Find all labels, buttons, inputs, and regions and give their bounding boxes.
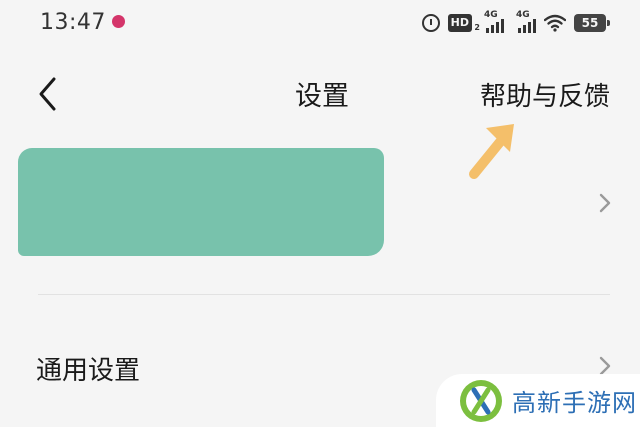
annotation-arrow-icon bbox=[469, 124, 514, 179]
notification-icon bbox=[112, 15, 125, 28]
network-type-1: 4G bbox=[484, 10, 498, 20]
page-title-text: 设置 bbox=[295, 81, 349, 112]
general-settings-item[interactable]: 通用设置 bbox=[36, 350, 140, 387]
network-type-2: 4G bbox=[516, 10, 530, 20]
hd-badge: HD 2 bbox=[447, 14, 480, 32]
status-icons: HD 2 4G 4G 55 bbox=[421, 10, 610, 35]
signal-icon-1: 4G bbox=[484, 10, 504, 33]
divider bbox=[38, 294, 610, 295]
back-button[interactable] bbox=[34, 74, 64, 114]
chevron-right-icon bbox=[599, 193, 611, 213]
account-card-redacted[interactable] bbox=[18, 148, 384, 256]
battery-icon: 55 bbox=[574, 14, 610, 32]
hd-sub: 2 bbox=[474, 23, 480, 32]
status-bar: 13:47 HD 2 4G 4G 55 bbox=[0, 0, 640, 46]
watermark-text: 高新手游网 bbox=[512, 389, 637, 417]
signal-icon-2: 4G bbox=[516, 10, 536, 33]
wifi-icon bbox=[544, 14, 566, 32]
help-feedback-link[interactable]: 帮助与反馈 bbox=[480, 76, 610, 113]
watermark-logo-icon bbox=[460, 379, 502, 422]
status-time: 13:47 bbox=[40, 10, 106, 35]
alarm-icon bbox=[421, 14, 440, 32]
hd-label: HD bbox=[450, 16, 469, 29]
watermark: 高新手游网 bbox=[436, 374, 640, 427]
